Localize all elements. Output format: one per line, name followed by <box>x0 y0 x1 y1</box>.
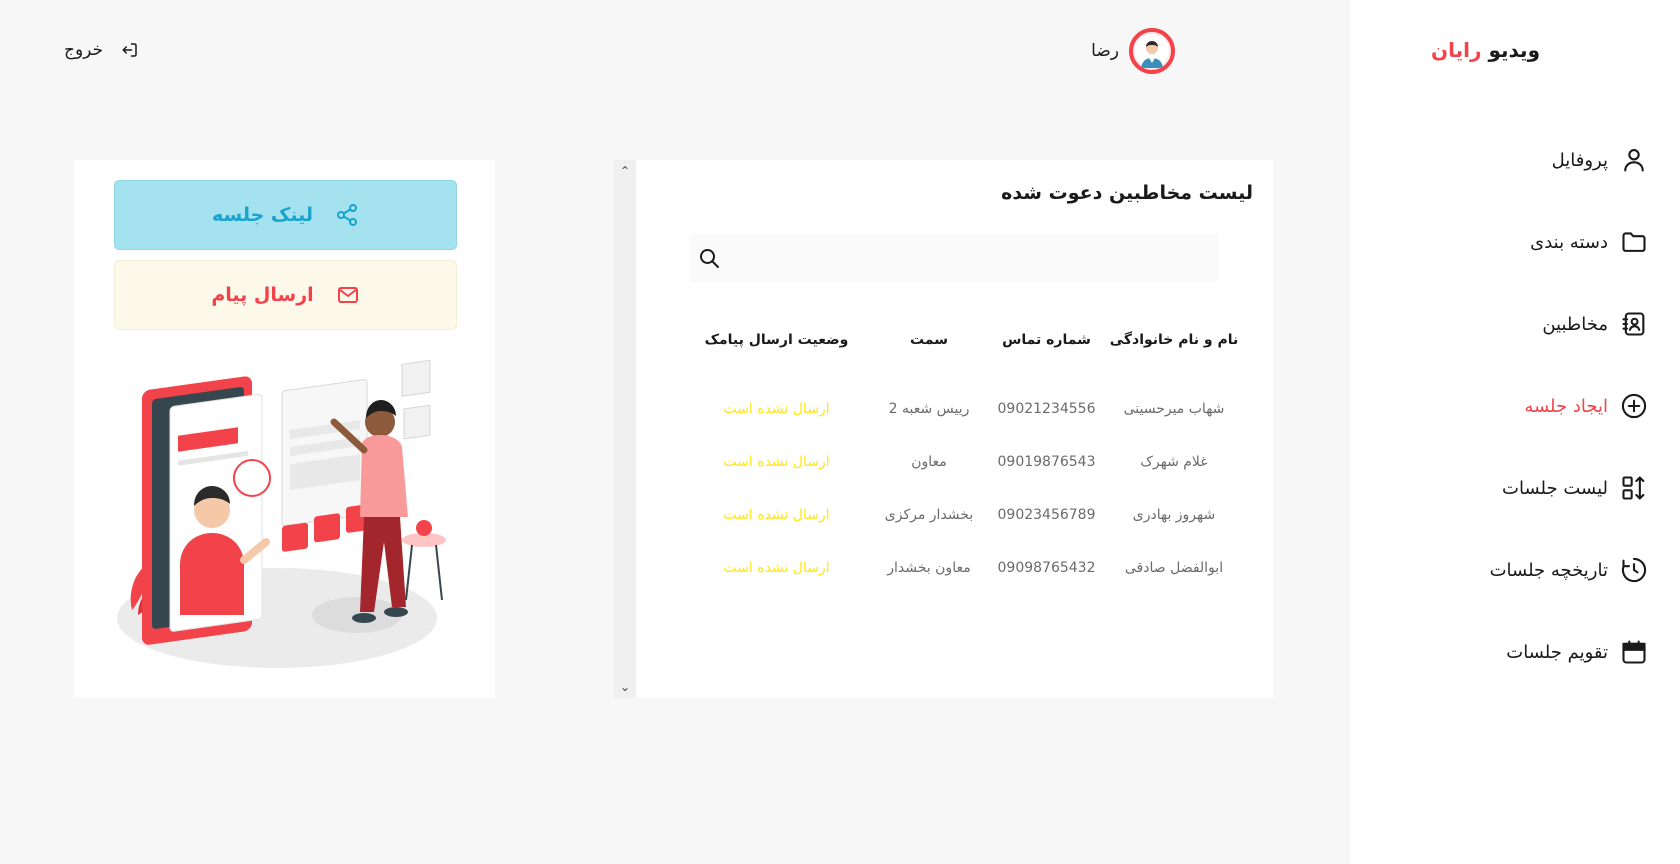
cell-sms-status: ارسال نشده است <box>723 453 830 470</box>
column-header-role: سمت <box>910 332 948 348</box>
cell-sms-status: ارسال نشده است <box>723 559 830 576</box>
brand-part1: ویدیو <box>1488 38 1540 62</box>
sidebar-item-label: لیست جلسات <box>1502 477 1608 499</box>
sidebar: ویدیو رایان پروفایل دسته بندی مخاطبین ای… <box>1350 0 1680 864</box>
sidebar-item-create-session[interactable]: ایجاد جلسه <box>1368 391 1648 421</box>
table-row: شهاب میرحسینی 09021234556 رییس شعبه 2 ار… <box>684 382 1244 435</box>
cell-name: شهاب میرحسینی <box>1123 400 1225 417</box>
cell-name: ابوالفضل صادقی <box>1124 559 1224 576</box>
cell-role: معاون <box>911 453 947 470</box>
logout-label: خروج <box>64 40 104 60</box>
send-message-label: ارسال پیام <box>211 284 314 306</box>
user-name: رضا <box>1091 41 1119 61</box>
contact-illustration <box>117 360 446 668</box>
logout-button[interactable]: خروج <box>64 40 139 60</box>
search-box[interactable] <box>689 234 1219 282</box>
sidebar-item-label: مخاطبین <box>1542 313 1608 335</box>
scroll-up-icon[interactable]: ⌃ <box>614 160 636 182</box>
cell-phone: 09023456789 <box>997 506 1096 523</box>
logout-icon <box>122 43 137 57</box>
history-icon <box>1621 557 1647 583</box>
cell-role: رییس شعبه 2 <box>888 400 970 417</box>
mail-icon <box>337 287 358 303</box>
column-header-phone: شماره تماس <box>1002 332 1091 348</box>
table-row: شهروز بهادری 09023456789 بخشدار مرکزی ار… <box>684 488 1244 541</box>
user-profile[interactable]: رضا <box>1091 28 1175 74</box>
share-icon <box>337 204 358 226</box>
cell-name: غلام شهرک <box>1140 453 1208 470</box>
avatar[interactable] <box>1129 28 1175 74</box>
sidebar-item-session-list[interactable]: لیست جلسات <box>1368 473 1648 503</box>
search-icon <box>700 249 719 268</box>
user-icon <box>1624 149 1644 172</box>
scroll-down-icon[interactable]: ⌄ <box>614 676 636 698</box>
sidebar-item-label: دسته بندی <box>1530 231 1608 253</box>
folder-icon <box>1622 232 1646 252</box>
sidebar-item-label: تاریخچه جلسات <box>1489 559 1608 581</box>
cell-name: شهروز بهادری <box>1132 506 1216 523</box>
sidebar-item-category[interactable]: دسته بندی <box>1368 227 1648 257</box>
sidebar-item-session-calendar[interactable]: تقویم جلسات <box>1368 637 1648 667</box>
sidebar-item-label: پروفایل <box>1551 149 1608 171</box>
cell-sms-status: ارسال نشده است <box>723 506 830 523</box>
contacts-table: نام و نام خانوادگی شماره تماس سمت وضعیت … <box>684 320 1244 594</box>
table-row: غلام شهرک 09019876543 معاون ارسال نشده ا… <box>684 435 1244 488</box>
session-link-label: لینک جلسه <box>211 204 314 226</box>
cell-role: بخشدار مرکزی <box>884 506 974 523</box>
sidebar-item-session-history[interactable]: تاریخچه جلسات <box>1368 555 1648 585</box>
cell-sms-status: ارسال نشده است <box>723 400 830 417</box>
contacts-icon <box>1622 312 1645 336</box>
column-header-sms-status: وضعیت ارسال پیامک <box>704 332 849 348</box>
send-message-button[interactable]: ارسال پیام <box>114 260 457 330</box>
brand-part2: رایان <box>1431 38 1482 62</box>
table-row: ابوالفضل صادقی 09098765432 معاون بخشدار … <box>684 541 1244 594</box>
session-actions-card: لینک جلسه ارسال پیام <box>74 160 495 698</box>
session-link-button[interactable]: لینک جلسه <box>114 180 457 250</box>
sidebar-nav: پروفایل دسته بندی مخاطبین ایجاد جلسه لیس… <box>1368 145 1648 719</box>
search-input[interactable] <box>729 234 1209 282</box>
cell-phone: 09098765432 <box>997 559 1096 576</box>
plus-circle-icon <box>1621 393 1647 419</box>
sidebar-item-label: تقویم جلسات <box>1506 641 1608 663</box>
sidebar-item-contacts[interactable]: مخاطبین <box>1368 309 1648 339</box>
cell-phone: 09019876543 <box>997 453 1096 470</box>
cell-role: معاون بخشدار <box>887 559 971 576</box>
column-header-name: نام و نام خانوادگی <box>1109 332 1239 348</box>
sidebar-item-label: ایجاد جلسه <box>1524 395 1608 417</box>
table-header: نام و نام خانوادگی شماره تماس سمت وضعیت … <box>684 320 1244 360</box>
calendar-icon <box>1622 640 1646 664</box>
contacts-title: لیست مخاطبین دعوت شده <box>1001 182 1253 204</box>
scrollbar[interactable]: ⌃ ⌄ <box>614 160 636 698</box>
brand-logo[interactable]: ویدیو رایان <box>1431 38 1540 62</box>
sort-list-icon <box>1622 476 1645 500</box>
sidebar-item-profile[interactable]: پروفایل <box>1368 145 1648 175</box>
avatar-icon <box>1135 34 1169 68</box>
invited-contacts-card: ⌃ ⌄ لیست مخاطبین دعوت شده نام و نام خانو… <box>614 160 1273 698</box>
cell-phone: 09021234556 <box>997 400 1096 417</box>
